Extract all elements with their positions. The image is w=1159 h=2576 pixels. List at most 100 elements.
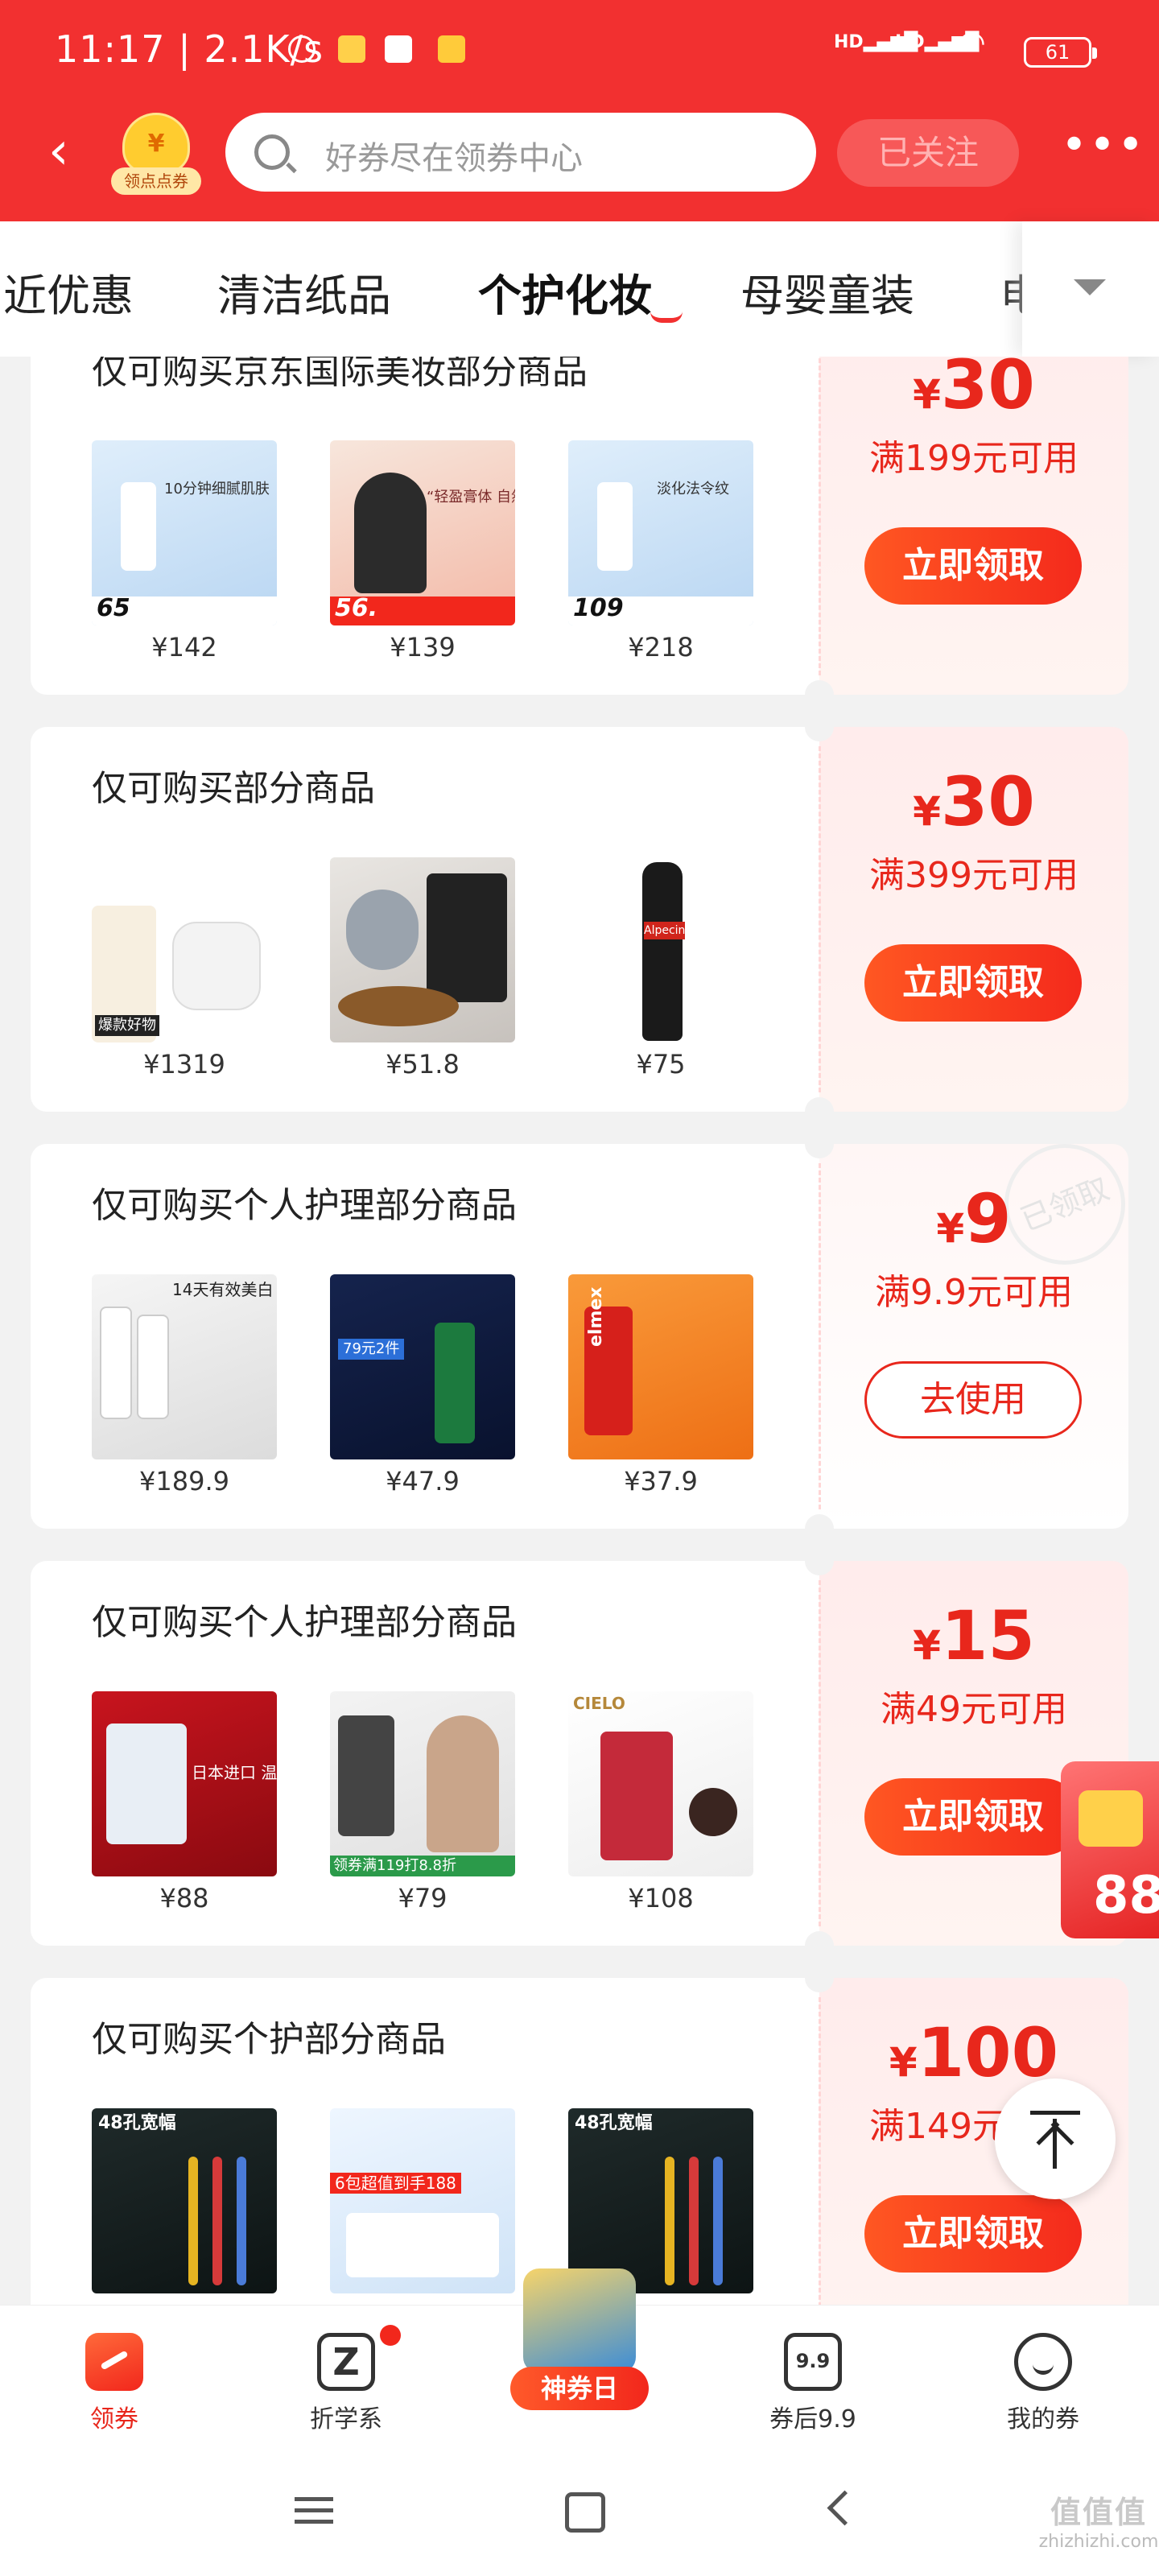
red-packet-widget[interactable]: 88	[1051, 1745, 1159, 1963]
box-shape	[338, 1715, 394, 1836]
product-price: ¥47.9	[386, 1466, 460, 1496]
product-image[interactable]: 6包超值到手188	[330, 2108, 515, 2293]
back-icon[interactable]: ‹	[48, 126, 89, 177]
food-bag-shape	[427, 873, 507, 1002]
product-image[interactable]: CIELO	[568, 1691, 753, 1876]
box-shape	[600, 1732, 673, 1860]
model-shape	[427, 1715, 499, 1852]
coupon-card: ¥15 满49元可用 立即领取 仅可购买个人护理部分商品 日本进口 温和遮白 ¥…	[31, 1546, 1128, 1960]
coupon-amount: ¥30	[913, 357, 1035, 424]
coupon-notch	[805, 712, 834, 741]
coupon-title: 仅可购买个护部分商品	[92, 2019, 446, 2060]
cat-shape	[346, 890, 419, 970]
coupon-notch	[805, 1963, 834, 1992]
z-logo-icon	[317, 2333, 375, 2391]
product-badge: 109	[568, 594, 753, 625]
coupon-condition: 满199元可用	[869, 438, 1079, 479]
tab-cleaning-paper[interactable]: 清洁纸品	[217, 260, 391, 324]
product-image[interactable]: 日本进口 温和遮白	[92, 1691, 277, 1876]
coupon-notch	[805, 1129, 834, 1158]
follow-button[interactable]: 已关注	[837, 119, 1019, 187]
product-image[interactable]: 10分钟细腻肌肤 65	[92, 440, 277, 625]
coupon-notch	[805, 1931, 834, 1960]
coupon-condition: 满399元可用	[869, 855, 1079, 896]
tabs-expand-button[interactable]	[1022, 221, 1159, 357]
promo-product-icon	[523, 2268, 636, 2373]
product-badge: 56.	[330, 594, 515, 625]
nav-item-coupons[interactable]: 领券	[34, 2322, 195, 2434]
product-image[interactable]: Alpecin	[568, 857, 753, 1042]
product-image-text: 淡化法令纹	[657, 481, 729, 497]
coupon-divider	[819, 1997, 821, 2305]
product-image[interactable]: “轻盈膏体 自然卷曲” 56.	[330, 440, 515, 625]
tab-baby-kids[interactable]: 母婴童装	[740, 260, 914, 324]
claim-button[interactable]: 立即领取	[864, 944, 1082, 1022]
product-image[interactable]: 79元2件	[330, 1274, 515, 1459]
product-image-text: CIELO	[573, 1694, 625, 1713]
nav-item-label: 券后9.9	[769, 2405, 856, 2434]
watermark: 值值值 zhizhizhi.com	[1038, 2495, 1159, 2552]
product-price: ¥75	[636, 1049, 686, 1080]
active-tab-indicator	[650, 312, 683, 323]
coupon-condition: 满49元可用	[881, 1689, 1067, 1730]
search-icon	[254, 134, 290, 170]
toothbrush-shape	[188, 2157, 198, 2285]
tab-recent-deals[interactable]: 近优惠	[3, 260, 134, 324]
product-image[interactable]: 淡化法令纹 109	[568, 440, 753, 625]
coupon-amount: ¥100	[889, 2013, 1059, 2092]
product-image[interactable]: 48孔宽幅	[568, 2108, 753, 2293]
earbuds-case-shape	[172, 922, 261, 1010]
home-icon[interactable]	[554, 2486, 610, 2534]
coupon-divider	[819, 1163, 821, 1509]
nav-item-coupon-day[interactable]: 神券日	[499, 2268, 660, 2421]
product-badge: 65	[92, 594, 277, 625]
nav-item-after-coupon-9-9[interactable]: 券后9.9	[732, 2322, 893, 2434]
claim-button[interactable]: 立即领取	[864, 1778, 1082, 1856]
product-image[interactable]	[330, 857, 515, 1042]
use-button[interactable]: 去使用	[864, 1361, 1082, 1439]
battery-indicator: 61	[1024, 37, 1097, 68]
back-to-top-button[interactable]	[995, 2079, 1116, 2199]
coupon-title: 仅可购买部分商品	[92, 768, 375, 809]
coupon-points-badge[interactable]: ¥ 领点点券	[111, 113, 201, 196]
wifi-icon: ◠	[959, 24, 984, 61]
product-image[interactable]: elmex	[568, 1274, 753, 1459]
product-image[interactable]: 14天有效美白	[92, 1274, 277, 1459]
coupon-list[interactable]: ¥30 满199元可用 立即领取 仅可购买京东国际美妆部分商品 10分钟细腻肌肤…	[0, 357, 1159, 2305]
toothbrush-shape	[689, 2157, 699, 2285]
coupon-card-value: ¥30 满399元可用 立即领取	[819, 727, 1128, 1112]
coupon-amount: ¥30	[913, 762, 1035, 841]
product-image-text: 10分钟细腻肌肤	[164, 481, 270, 497]
more-icon[interactable]: •••	[1061, 123, 1144, 174]
nav-item-label: 神券日	[510, 2367, 649, 2410]
message-icon	[338, 35, 365, 63]
product-image-text: “轻盈膏体 自然卷曲”	[427, 489, 515, 506]
product-price: ¥139	[390, 632, 456, 663]
smiley-icon	[1014, 2333, 1072, 2391]
product-price: ¥218	[628, 632, 694, 663]
product-image-text: Alpecin	[644, 922, 686, 939]
recent-apps-icon[interactable]	[287, 2486, 343, 2534]
claim-button[interactable]: 立即领取	[864, 527, 1082, 605]
search-bar[interactable]: 好券尽在领券中心	[225, 113, 816, 192]
coin-bag-icon: ¥	[122, 113, 190, 174]
product-image-text: 日本进口 温和遮白	[192, 1763, 277, 1782]
coupon-icon	[85, 2333, 143, 2391]
nav-item-discount-school[interactable]: 折学系	[266, 2322, 427, 2434]
box-shape	[106, 1724, 187, 1844]
coupon-card: 已领取 ¥9 满9.9元可用 去使用 仅可购买个人护理部分商品 14天有效美白 …	[31, 1125, 1144, 1543]
app-icon-2	[438, 35, 465, 63]
product-image[interactable]: 爆款好物	[92, 857, 277, 1042]
product-image[interactable]: 领券满119打8.8折	[330, 1691, 515, 1876]
pack-shape	[346, 2213, 499, 2277]
status-bar: 11:17 | 2.1K/s HD▂▄▆█ HD▂▄▆█ ◠ 61	[0, 0, 1159, 105]
nav-item-label: 领券	[90, 2405, 138, 2434]
tab-personal-care[interactable]: 个护化妆	[478, 260, 652, 324]
toothbrush-shape	[713, 2157, 723, 2285]
product-price: ¥189.9	[139, 1466, 229, 1496]
coupon-amount: ¥15	[913, 1596, 1035, 1675]
system-back-icon[interactable]	[813, 2486, 869, 2534]
nav-item-my-coupons[interactable]: 我的券	[963, 2322, 1124, 2434]
claim-button[interactable]: 立即领取	[864, 2195, 1082, 2273]
product-image[interactable]: 48孔宽幅	[92, 2108, 277, 2293]
